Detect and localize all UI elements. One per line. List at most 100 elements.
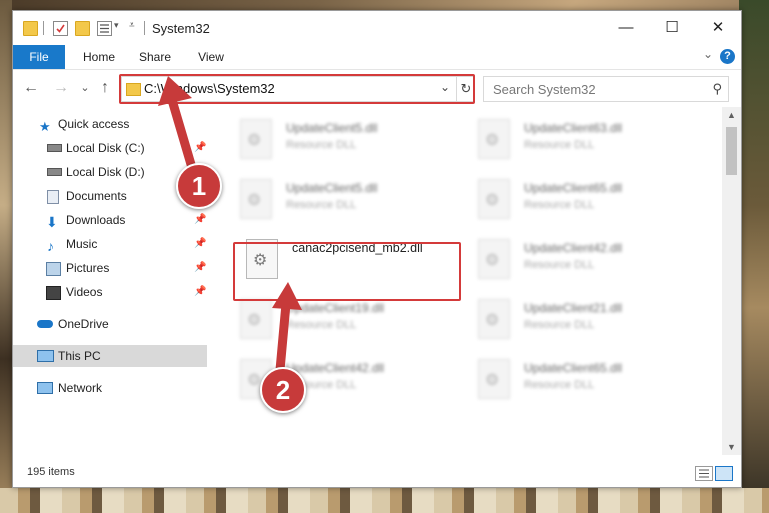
file-type: Resource DLL: [524, 379, 595, 391]
file-type: Resource DLL: [524, 319, 595, 331]
collapse-ribbon-icon[interactable]: ⌄: [703, 47, 713, 61]
file-name: UpdateClient63.dll: [524, 121, 623, 135]
dll-file-icon: [240, 179, 272, 219]
sidebar-item-label: Videos: [66, 285, 103, 299]
dll-file-icon: [240, 119, 272, 159]
sidebar-item-pictures[interactable]: Pictures 📌: [13, 257, 207, 279]
customize-toolbar-icon[interactable]: ⩡: [129, 20, 135, 31]
sidebar-item-this-pc[interactable]: This PC: [13, 345, 207, 367]
file-name: UpdateClient65.dll: [524, 361, 623, 375]
drive-icon: [47, 144, 62, 152]
explorer-window: ▾ ⩡ System32 — ☐ ✕ File Home Share View …: [12, 10, 742, 488]
file-item[interactable]: UpdateClient19.dll Resource DLL: [228, 293, 448, 347]
documents-icon: [47, 190, 59, 204]
tab-file[interactable]: File: [13, 45, 65, 69]
pin-icon: 📌: [194, 214, 207, 225]
quick-access-toolbar-icon[interactable]: [97, 21, 112, 36]
back-button[interactable]: ←: [21, 78, 41, 98]
dll-file-icon: [478, 119, 510, 159]
folder-icon: [23, 21, 38, 36]
callout-badge-1: 1: [176, 163, 222, 209]
file-type: Resource DLL: [286, 139, 357, 151]
sidebar-item-label: This PC: [58, 349, 101, 363]
file-item[interactable]: UpdateClient63.dll Resource DLL: [466, 113, 686, 167]
sidebar-item-label: Local Disk (C:): [66, 141, 145, 155]
callout-badge-2: 2: [260, 367, 306, 413]
tab-share[interactable]: Share: [131, 45, 179, 69]
recent-locations-button[interactable]: ⌄: [75, 78, 95, 98]
dll-file-icon: [478, 359, 510, 399]
pin-icon: 📌: [194, 262, 207, 273]
file-type: Resource DLL: [524, 259, 595, 271]
properties-icon[interactable]: [53, 21, 68, 36]
drive-icon: [47, 168, 62, 176]
window-title: System32: [152, 21, 210, 36]
new-folder-icon[interactable]: [75, 21, 90, 36]
sidebar-item-label: Pictures: [66, 261, 110, 275]
file-name: UpdateClient21.dll: [524, 301, 623, 315]
music-icon: ♪: [47, 238, 54, 254]
tab-view[interactable]: View: [187, 45, 235, 69]
file-name: UpdateClient5.dll: [286, 181, 378, 195]
background-bottom: [0, 488, 769, 513]
file-name: UpdateClient42.dll: [524, 241, 623, 255]
up-button[interactable]: ↑: [95, 78, 115, 98]
chevron-down-icon[interactable]: ▾: [114, 20, 119, 31]
vertical-scrollbar[interactable]: ▲ ▼: [722, 107, 741, 455]
sidebar-item-label: Quick access: [58, 117, 130, 131]
background-left: [0, 0, 12, 513]
dll-file-icon: [478, 179, 510, 219]
search-box[interactable]: Search System32 ⚲: [483, 76, 729, 102]
title-separator: [144, 21, 145, 35]
sidebar-item-onedrive[interactable]: OneDrive: [13, 313, 207, 335]
file-item[interactable]: UpdateClient65.dll Resource DLL: [466, 173, 686, 227]
sidebar-item-videos[interactable]: Videos 📌: [13, 281, 207, 303]
toolbar-separator: [43, 21, 44, 35]
sidebar-item-label: Downloads: [66, 213, 126, 227]
sidebar-item-music[interactable]: ♪ Music 📌: [13, 233, 207, 255]
sidebar-item-label: Documents: [66, 189, 127, 203]
download-icon: ⬇: [46, 214, 58, 230]
scroll-up-icon[interactable]: ▲: [722, 107, 741, 123]
sidebar-item-network[interactable]: Network: [13, 377, 207, 399]
details-view-icon[interactable]: [695, 466, 713, 481]
tab-home[interactable]: Home: [75, 45, 123, 69]
status-bar: 195 items: [13, 461, 741, 485]
sidebar-item-downloads[interactable]: ⬇ Downloads 📌: [13, 209, 207, 231]
search-icon[interactable]: ⚲: [712, 81, 722, 97]
background-right: [739, 0, 769, 513]
navigation-bar: ← → ⌄ ↑ C:\Windows\System32 ⌄ ↻ Search S…: [13, 70, 741, 106]
file-type: Resource DLL: [286, 199, 357, 211]
close-button[interactable]: ✕: [695, 11, 741, 45]
videos-icon: [46, 286, 61, 300]
sidebar-item-label: Network: [58, 381, 103, 395]
search-input[interactable]: Search System32: [493, 82, 596, 97]
help-icon[interactable]: ?: [720, 49, 735, 64]
minimize-button[interactable]: —: [603, 11, 649, 45]
pin-icon: 📌: [194, 238, 207, 249]
sidebar-item-label: Local Disk (D:): [66, 165, 145, 179]
pictures-icon: [46, 262, 61, 276]
sidebar-item-label: OneDrive: [58, 317, 109, 331]
file-item[interactable]: UpdateClient21.dll Resource DLL: [466, 293, 686, 347]
file-name: UpdateClient5.dll: [286, 121, 378, 135]
scroll-thumb[interactable]: [726, 127, 737, 175]
ribbon-tabs: File Home Share View ⌄ ?: [13, 45, 741, 70]
forward-button[interactable]: →: [51, 78, 71, 98]
dll-file-icon: [478, 239, 510, 279]
dll-file-icon: [478, 299, 510, 339]
computer-icon: [37, 350, 54, 362]
file-item[interactable]: UpdateClient42.dll Resource DLL: [466, 233, 686, 287]
title-bar: ▾ ⩡ System32 — ☐ ✕: [13, 11, 741, 45]
item-count: 195 items: [27, 466, 75, 478]
pin-icon: 📌: [194, 286, 207, 297]
maximize-button[interactable]: ☐: [649, 11, 695, 45]
large-icons-view-icon[interactable]: [715, 466, 733, 481]
file-item[interactable]: UpdateClient5.dll Resource DLL: [228, 113, 448, 167]
file-item[interactable]: UpdateClient65.dll Resource DLL: [466, 353, 686, 407]
file-type: Resource DLL: [524, 199, 595, 211]
scroll-down-icon[interactable]: ▼: [722, 439, 741, 455]
cloud-icon: [37, 320, 53, 328]
file-item[interactable]: UpdateClient5.dll Resource DLL: [228, 173, 448, 227]
file-type: Resource DLL: [524, 139, 595, 151]
